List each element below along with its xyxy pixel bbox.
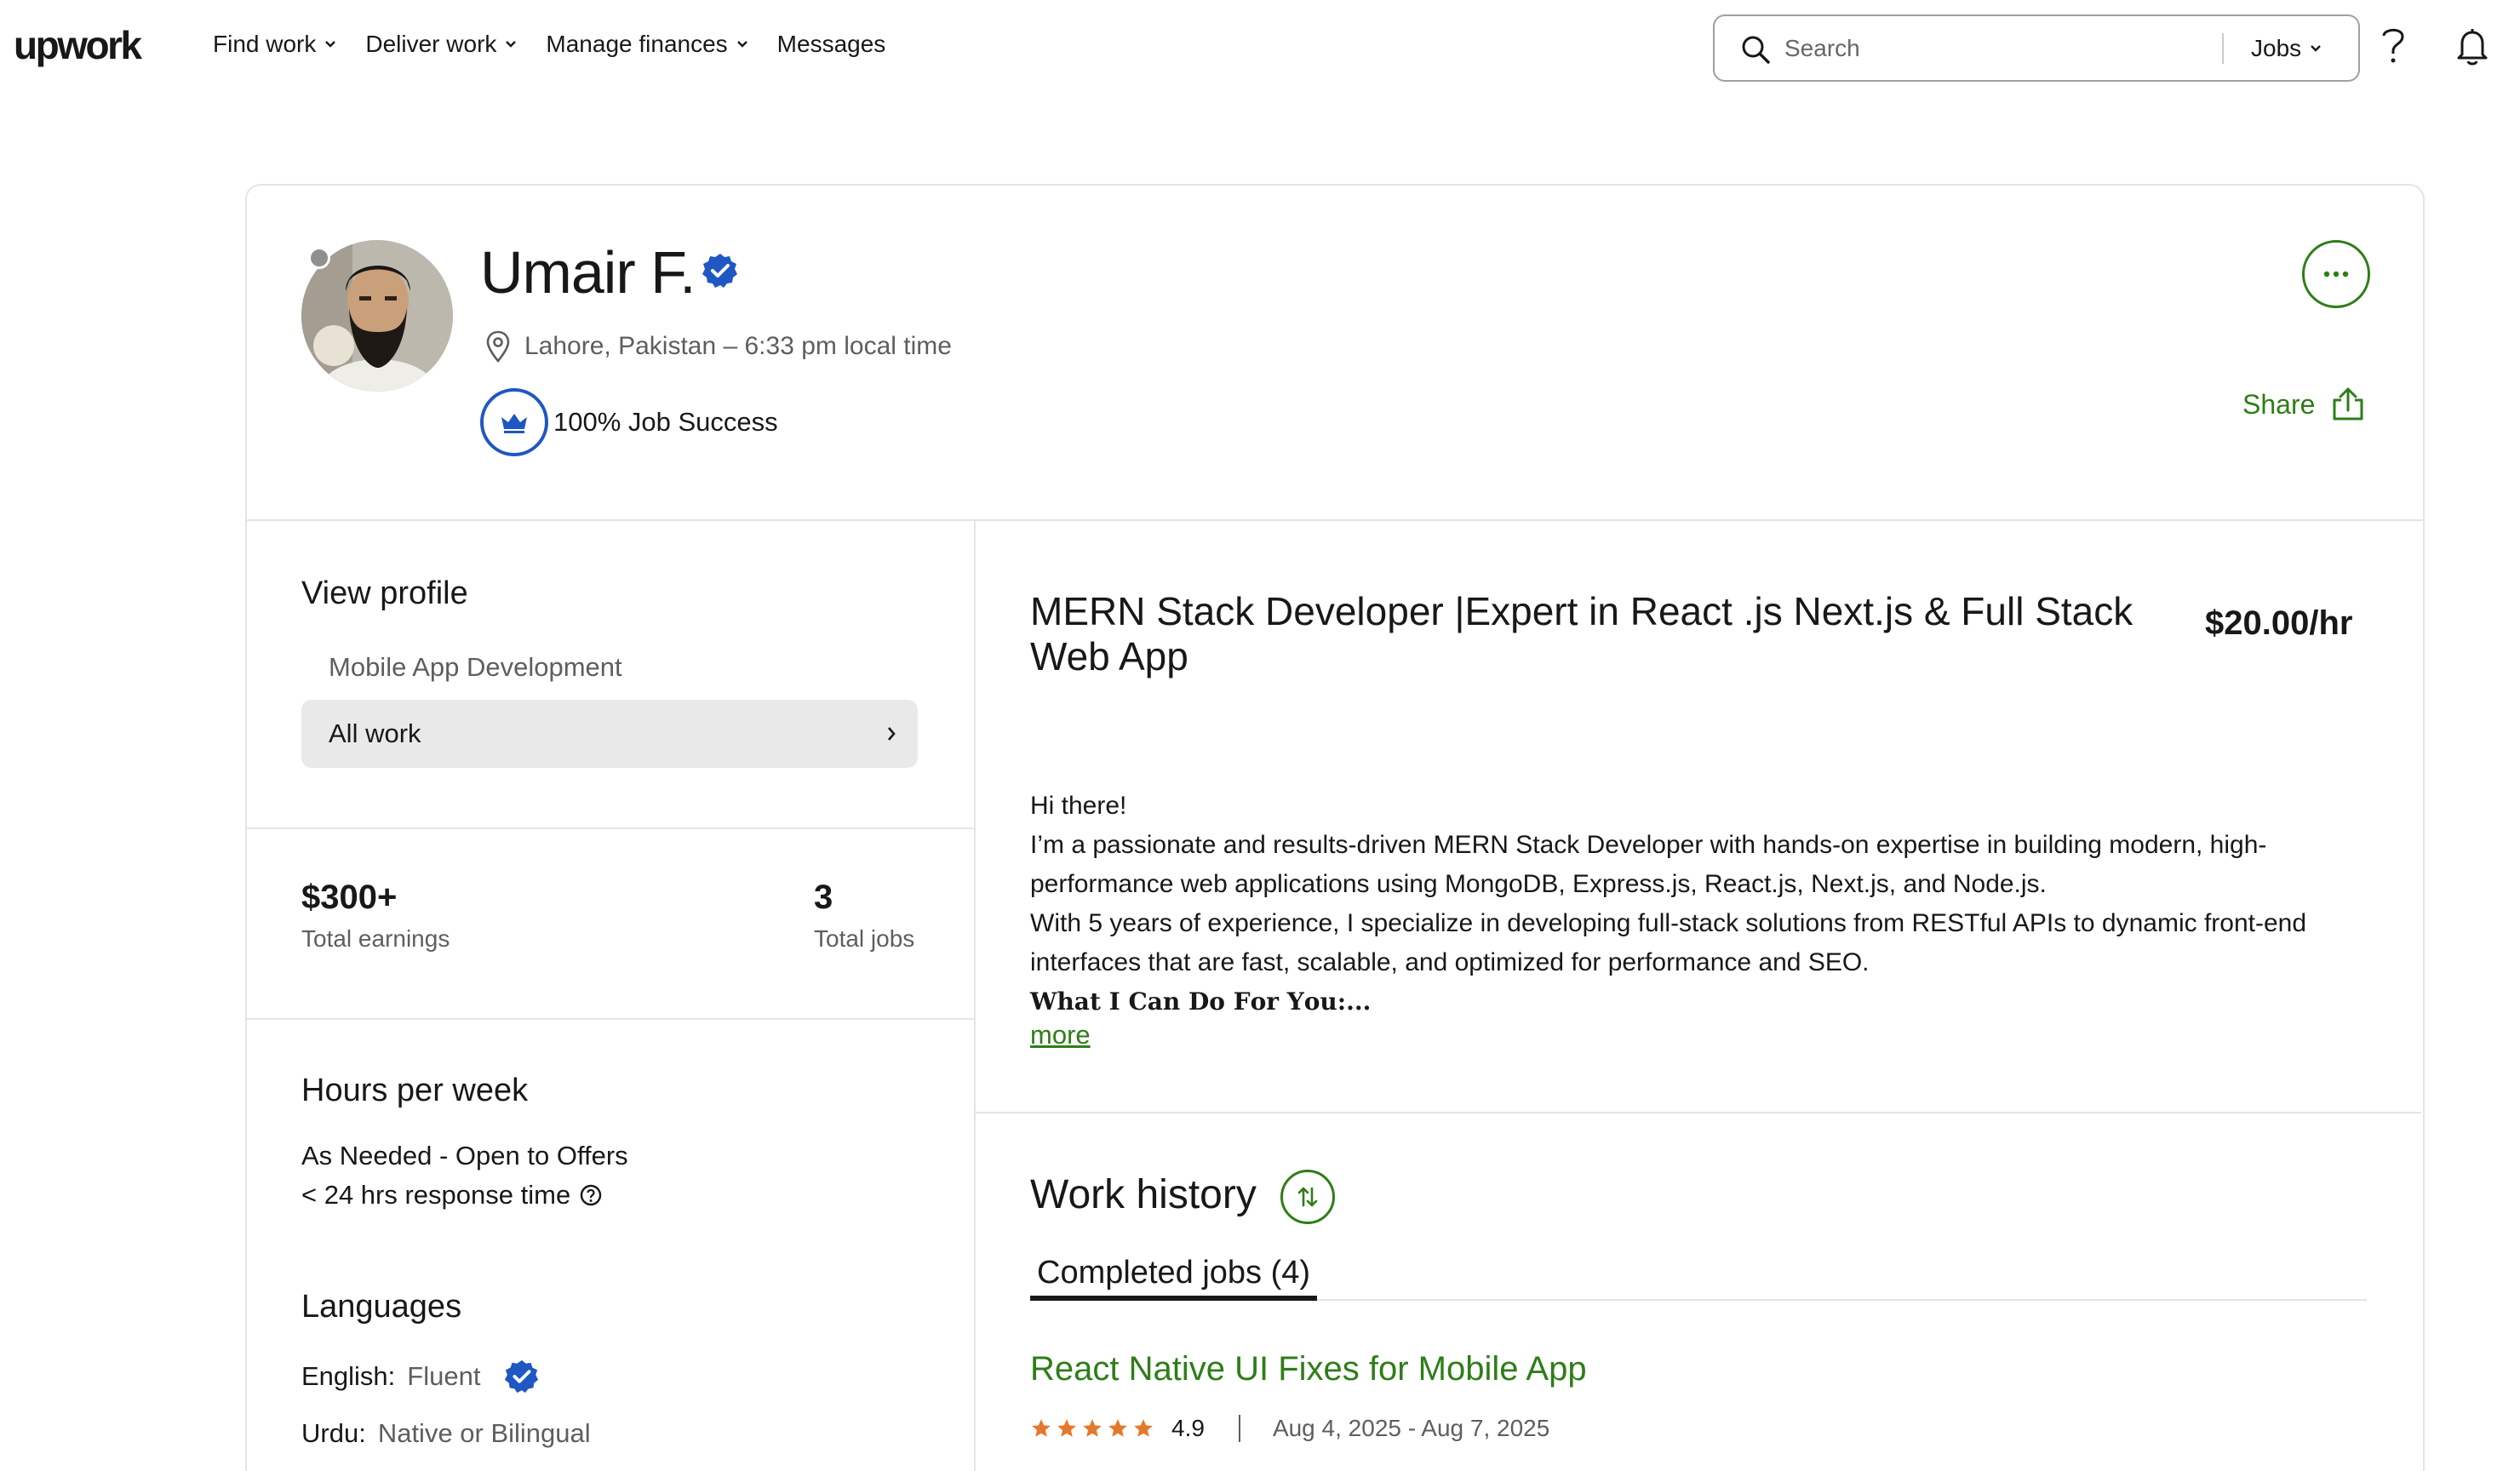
response-time-text: < 24 hrs response time bbox=[301, 1180, 571, 1210]
star-icon bbox=[1134, 1419, 1153, 1437]
profile-sidebar: View profile Mobile App Development All … bbox=[247, 521, 976, 1471]
nav-deliver-work-label: Deliver work bbox=[365, 31, 497, 57]
search-input[interactable] bbox=[1784, 31, 2227, 66]
response-time-row: < 24 hrs response time bbox=[301, 1180, 603, 1211]
profile-name: Umair F. bbox=[480, 239, 696, 306]
job-success-text: 100% Job Success bbox=[553, 407, 778, 437]
language-name: English: bbox=[301, 1361, 396, 1391]
profile-headline: MERN Stack Developer |Expert in React .j… bbox=[1030, 589, 2133, 678]
star-icon bbox=[1032, 1419, 1051, 1437]
profile-main: MERN Stack Developer |Expert in React .j… bbox=[976, 521, 2423, 1471]
search-divider bbox=[2222, 33, 2224, 64]
sort-arrows-icon bbox=[1297, 1187, 1318, 1207]
star-icon bbox=[1083, 1419, 1102, 1437]
share-button[interactable]: Share bbox=[2242, 386, 2366, 422]
language-level: Fluent bbox=[407, 1361, 481, 1391]
nav-find-work-label: Find work bbox=[213, 31, 317, 57]
help-circle-icon[interactable] bbox=[579, 1183, 603, 1207]
overview-line: With 5 years of experience, I specialize… bbox=[1030, 909, 2307, 976]
job-success-badge[interactable] bbox=[480, 388, 548, 456]
verified-badge-icon bbox=[702, 254, 737, 288]
profile-overview: Hi there! I’m a passionate and results-d… bbox=[1030, 787, 2392, 1022]
meta-separator bbox=[1238, 1415, 1240, 1442]
total-earnings-value: $300+ bbox=[301, 879, 398, 916]
overview-line: 𝐖𝐡𝐚𝐭 𝐈 𝐂𝐚𝐧 𝐃𝐨 𝐅𝐨𝐫 𝐘𝐨𝐮:... bbox=[1030, 987, 1372, 1016]
job-meta-row: 4.9 Aug 4, 2025 - Aug 7, 2025 bbox=[1030, 1415, 1549, 1442]
total-earnings-stat: $300+ Total earnings bbox=[301, 879, 450, 953]
search-bar: Jobs bbox=[1713, 14, 2360, 82]
nav-messages-label: Messages bbox=[776, 31, 886, 57]
language-name: Urdu: bbox=[301, 1418, 366, 1448]
overview-line: Hi there! bbox=[1030, 792, 1127, 820]
verified-badge-icon bbox=[505, 1359, 539, 1394]
job-title-link[interactable]: React Native UI Fixes for Mobile App bbox=[1030, 1350, 1587, 1388]
star-icon bbox=[1057, 1419, 1076, 1437]
hours-per-week-title: Hours per week bbox=[301, 1073, 529, 1108]
all-work-profile-item[interactable]: All work bbox=[301, 700, 918, 768]
languages-title: Languages bbox=[301, 1289, 462, 1325]
online-status-dot bbox=[308, 247, 330, 269]
job-dates: Aug 4, 2025 - Aug 7, 2025 bbox=[1272, 1415, 1550, 1441]
location-text: Lahore, Pakistan – 6:33 pm local time bbox=[524, 332, 952, 360]
overview-line: I’m a passionate and results-driven MERN… bbox=[1030, 831, 2267, 898]
divider bbox=[247, 1018, 974, 1020]
chevron-down-icon bbox=[325, 41, 336, 48]
top-navigation-bar: upwork Find work Deliver work Manage fin… bbox=[0, 0, 2520, 96]
notification-bell-icon[interactable] bbox=[2455, 27, 2489, 66]
job-success-row: 100% Job Success bbox=[480, 388, 778, 456]
star-rating bbox=[1030, 1417, 1154, 1440]
work-history-title: Work history bbox=[1030, 1172, 1257, 1217]
work-history-sort-button[interactable] bbox=[1280, 1170, 1335, 1224]
tab-completed-jobs[interactable]: Completed jobs (4) bbox=[1030, 1255, 1318, 1301]
profile-header: Umair F. Lahore, Pakistan – 6:33 pm loca… bbox=[247, 186, 2423, 521]
language-level: Native or Bilingual bbox=[377, 1418, 591, 1448]
search-scope-dropdown[interactable]: Jobs bbox=[2251, 35, 2322, 62]
help-icon[interactable] bbox=[2380, 26, 2406, 65]
nav-manage-finances[interactable]: Manage finances bbox=[546, 31, 747, 58]
search-icon[interactable] bbox=[1740, 34, 1771, 65]
job-rating-value: 4.9 bbox=[1171, 1415, 1205, 1441]
chevron-right-icon bbox=[888, 727, 896, 741]
share-icon bbox=[2333, 387, 2363, 421]
specialized-profile-link[interactable]: Mobile App Development bbox=[329, 652, 622, 683]
nav-messages[interactable]: Messages bbox=[777, 31, 886, 58]
view-profile-title: View profile bbox=[301, 575, 468, 611]
total-jobs-label: Total jobs bbox=[814, 925, 915, 952]
hourly-rate: $20.00/hr bbox=[2205, 604, 2353, 642]
ellipsis-icon bbox=[2323, 271, 2349, 278]
total-earnings-label: Total earnings bbox=[301, 925, 450, 952]
divider bbox=[976, 1112, 2421, 1113]
location-row: Lahore, Pakistan – 6:33 pm local time bbox=[485, 330, 952, 363]
upwork-logo[interactable]: upwork bbox=[14, 22, 142, 68]
total-jobs-value: 3 bbox=[814, 879, 833, 916]
language-item: Urdu: Native or Bilingual bbox=[301, 1418, 591, 1449]
overview-more-link[interactable]: more bbox=[1030, 1020, 1091, 1050]
language-item: English: Fluent bbox=[301, 1359, 540, 1394]
chevron-down-icon bbox=[736, 41, 747, 48]
more-options-button[interactable] bbox=[2302, 240, 2370, 308]
nav-deliver-work[interactable]: Deliver work bbox=[365, 31, 517, 58]
chevron-down-icon bbox=[506, 41, 517, 48]
share-label: Share bbox=[2242, 388, 2316, 420]
divider bbox=[247, 827, 974, 829]
location-pin-icon bbox=[486, 330, 510, 363]
all-work-label: All work bbox=[329, 718, 421, 748]
availability-text: As Needed - Open to Offers bbox=[301, 1141, 628, 1171]
nav-manage-finances-label: Manage finances bbox=[546, 31, 728, 57]
star-icon bbox=[1108, 1419, 1127, 1437]
work-history-tabs: Completed jobs (4) bbox=[1030, 1255, 2367, 1301]
main-nav: Find work Deliver work Manage finances M… bbox=[213, 31, 914, 58]
nav-find-work[interactable]: Find work bbox=[213, 31, 336, 58]
search-scope-label: Jobs bbox=[2251, 35, 2302, 61]
profile-card: Umair F. Lahore, Pakistan – 6:33 pm loca… bbox=[245, 184, 2425, 1471]
chevron-down-icon bbox=[2311, 45, 2322, 52]
total-jobs-stat: 3 Total jobs bbox=[814, 879, 914, 953]
crown-icon bbox=[501, 414, 527, 433]
